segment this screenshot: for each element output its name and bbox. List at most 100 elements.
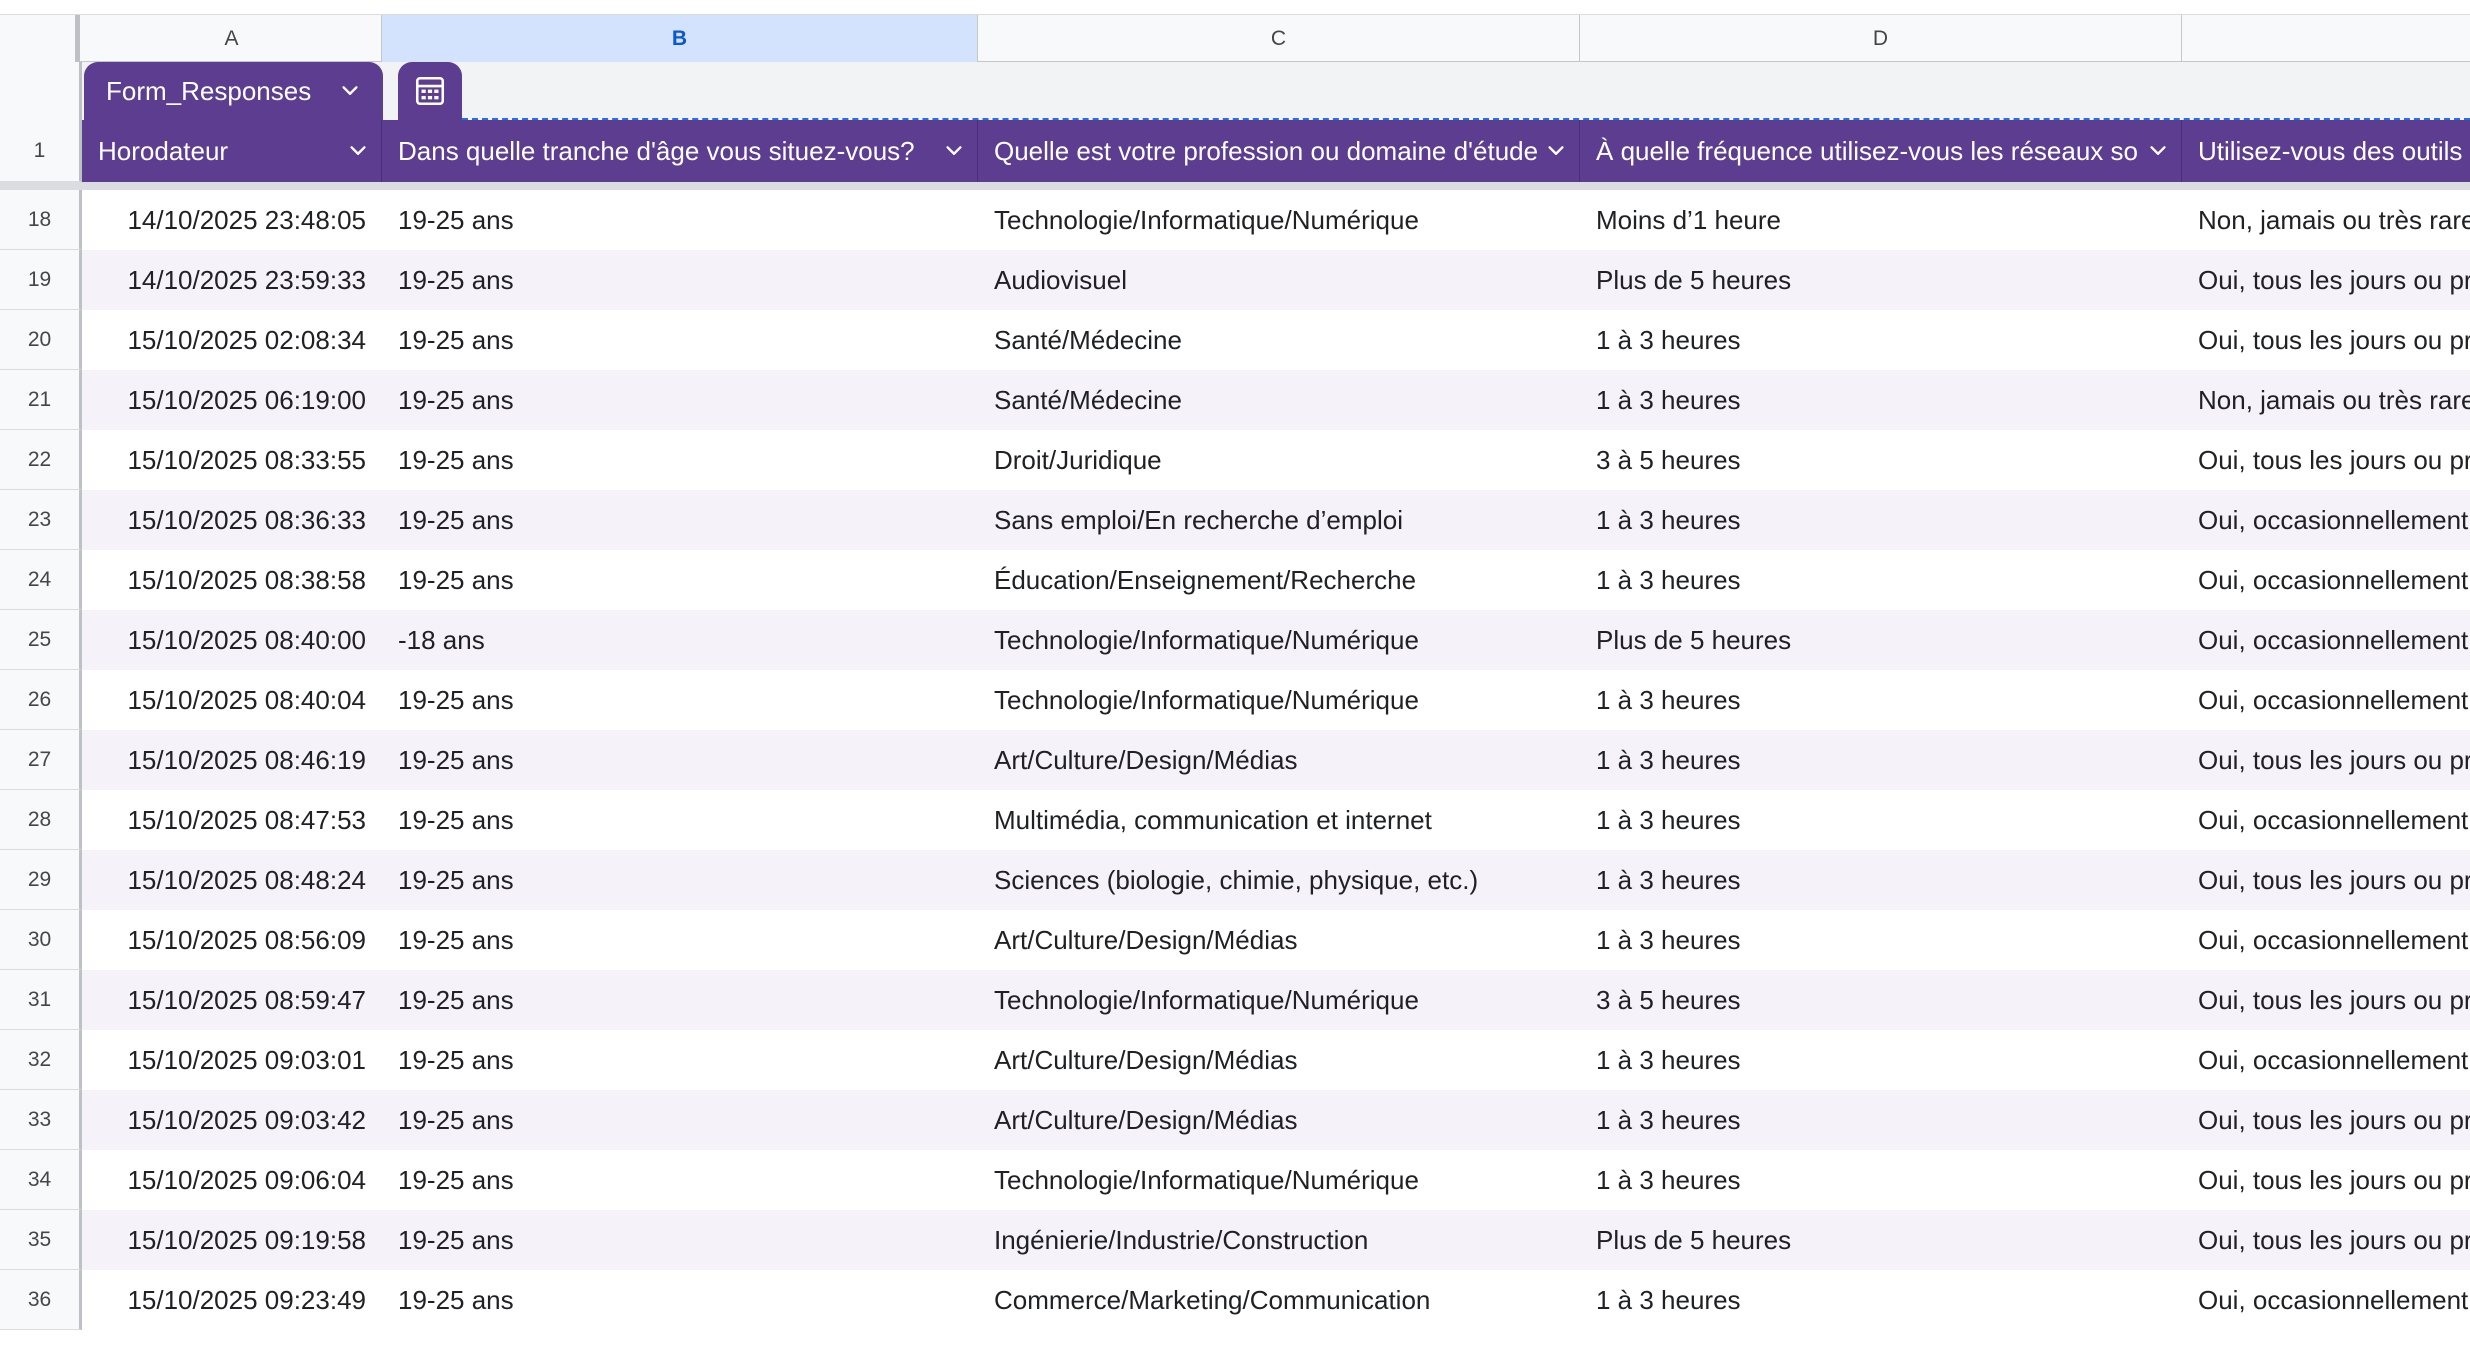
row-number[interactable]: 33 [0, 1090, 82, 1150]
cell-frequence[interactable]: Plus de 5 heures [1580, 250, 2182, 310]
cell-age[interactable]: 19-25 ans [382, 970, 978, 1030]
cell-frequence[interactable]: 1 à 3 heures [1580, 730, 2182, 790]
cell-outils[interactable]: Oui, tous les jours ou pr [2182, 850, 2470, 910]
row-number[interactable]: 19 [0, 250, 82, 310]
cell-outils[interactable]: Oui, occasionnellement [2182, 1030, 2470, 1090]
cell-profession[interactable]: Technologie/Informatique/Numérique [978, 970, 1580, 1030]
cell-profession[interactable]: Art/Culture/Design/Médias [978, 1090, 1580, 1150]
cell-outils[interactable]: Oui, tous les jours ou pr [2182, 1210, 2470, 1270]
cell-age[interactable]: -18 ans [382, 610, 978, 670]
cell-age[interactable]: 19-25 ans [382, 370, 978, 430]
cell-horodateur[interactable]: 15/10/2025 09:19:58 [82, 1210, 382, 1270]
cell-age[interactable]: 19-25 ans [382, 1270, 978, 1330]
cell-outils[interactable]: Oui, tous les jours ou pr [2182, 730, 2470, 790]
column-header-c[interactable]: C [978, 15, 1580, 62]
row-number[interactable]: 31 [0, 970, 82, 1030]
cell-frequence[interactable]: 1 à 3 heures [1580, 910, 2182, 970]
cell-frequence[interactable]: 1 à 3 heures [1580, 670, 2182, 730]
cell-outils[interactable]: Oui, tous les jours ou pr [2182, 310, 2470, 370]
cell-age[interactable]: 19-25 ans [382, 730, 978, 790]
cell-age[interactable]: 19-25 ans [382, 550, 978, 610]
cell-frequence[interactable]: 1 à 3 heures [1580, 310, 2182, 370]
header-cell-profession[interactable]: Quelle est votre profession ou domaine d… [978, 120, 1580, 182]
chevron-down-icon[interactable] [339, 80, 361, 102]
cell-horodateur[interactable]: 15/10/2025 08:56:09 [82, 910, 382, 970]
cell-age[interactable]: 19-25 ans [382, 1090, 978, 1150]
row-number[interactable]: 26 [0, 670, 82, 730]
cell-profession[interactable]: Art/Culture/Design/Médias [978, 730, 1580, 790]
cell-horodateur[interactable]: 14/10/2025 23:59:33 [82, 250, 382, 310]
header-cell-horodateur[interactable]: Horodateur [82, 120, 382, 182]
cell-age[interactable]: 19-25 ans [382, 670, 978, 730]
cell-profession[interactable]: Art/Culture/Design/Médias [978, 910, 1580, 970]
cell-profession[interactable]: Éducation/Enseignement/Recherche [978, 550, 1580, 610]
cell-frequence[interactable]: Moins d’1 heure [1580, 190, 2182, 250]
column-header-b[interactable]: B [382, 15, 978, 62]
row-number[interactable]: 35 [0, 1210, 82, 1270]
cell-profession[interactable]: Ingénierie/Industrie/Construction [978, 1210, 1580, 1270]
cell-horodateur[interactable]: 15/10/2025 08:38:58 [82, 550, 382, 610]
cell-frequence[interactable]: 1 à 3 heures [1580, 550, 2182, 610]
row-number[interactable]: 22 [0, 430, 82, 490]
cell-horodateur[interactable]: 15/10/2025 02:08:34 [82, 310, 382, 370]
row-number[interactable]: 29 [0, 850, 82, 910]
row-number[interactable]: 36 [0, 1270, 82, 1330]
cell-frequence[interactable]: 1 à 3 heures [1580, 850, 2182, 910]
cell-frequence[interactable]: 3 à 5 heures [1580, 430, 2182, 490]
cell-horodateur[interactable]: 15/10/2025 08:48:24 [82, 850, 382, 910]
cell-outils[interactable]: Oui, occasionnellement [2182, 610, 2470, 670]
cell-age[interactable]: 19-25 ans [382, 1030, 978, 1090]
row-number[interactable]: 20 [0, 310, 82, 370]
cell-horodateur[interactable]: 15/10/2025 08:59:47 [82, 970, 382, 1030]
cell-profession[interactable]: Technologie/Informatique/Numérique [978, 610, 1580, 670]
cell-horodateur[interactable]: 14/10/2025 23:48:05 [82, 190, 382, 250]
cell-profession[interactable]: Droit/Juridique [978, 430, 1580, 490]
cell-outils[interactable]: Non, jamais ou très rare [2182, 190, 2470, 250]
chevron-down-icon[interactable] [1545, 140, 1567, 162]
cell-age[interactable]: 19-25 ans [382, 1210, 978, 1270]
cell-outils[interactable]: Oui, occasionnellement [2182, 1270, 2470, 1330]
cell-outils[interactable]: Oui, tous les jours ou pr [2182, 250, 2470, 310]
header-cell-age[interactable]: Dans quelle tranche d'âge vous situez-vo… [382, 120, 978, 182]
column-header-d[interactable]: D [1580, 15, 2182, 62]
cell-profession[interactable]: Santé/Médecine [978, 310, 1580, 370]
cell-age[interactable]: 19-25 ans [382, 250, 978, 310]
cell-frequence[interactable]: 1 à 3 heures [1580, 1030, 2182, 1090]
cell-outils[interactable]: Non, jamais ou très rare [2182, 370, 2470, 430]
cell-outils[interactable]: Oui, occasionnellement [2182, 490, 2470, 550]
cell-frequence[interactable]: Plus de 5 heures [1580, 1210, 2182, 1270]
cell-age[interactable]: 19-25 ans [382, 190, 978, 250]
cell-frequence[interactable]: 1 à 3 heures [1580, 1090, 2182, 1150]
cell-frequence[interactable]: 1 à 3 heures [1580, 370, 2182, 430]
cell-horodateur[interactable]: 15/10/2025 06:19:00 [82, 370, 382, 430]
cell-horodateur[interactable]: 15/10/2025 08:40:00 [82, 610, 382, 670]
column-header-e[interactable] [2182, 15, 2470, 62]
cell-outils[interactable]: Oui, tous les jours ou pr [2182, 1090, 2470, 1150]
cell-outils[interactable]: Oui, occasionnellement [2182, 670, 2470, 730]
header-cell-frequence[interactable]: À quelle fréquence utilisez-vous les rés… [1580, 120, 2182, 182]
row-number[interactable]: 24 [0, 550, 82, 610]
cell-horodateur[interactable]: 15/10/2025 08:40:04 [82, 670, 382, 730]
cell-profession[interactable]: Santé/Médecine [978, 370, 1580, 430]
row-number[interactable]: 28 [0, 790, 82, 850]
cell-profession[interactable]: Technologie/Informatique/Numérique [978, 670, 1580, 730]
cell-age[interactable]: 19-25 ans [382, 790, 978, 850]
cell-outils[interactable]: Oui, occasionnellement [2182, 910, 2470, 970]
row-number[interactable]: 30 [0, 910, 82, 970]
cell-outils[interactable]: Oui, occasionnellement [2182, 550, 2470, 610]
chevron-down-icon[interactable] [347, 140, 369, 162]
cell-frequence[interactable]: 3 à 5 heures [1580, 970, 2182, 1030]
cell-horodateur[interactable]: 15/10/2025 09:03:42 [82, 1090, 382, 1150]
cell-outils[interactable]: Oui, tous les jours ou pr [2182, 1150, 2470, 1210]
cell-age[interactable]: 19-25 ans [382, 1150, 978, 1210]
cell-horodateur[interactable]: 15/10/2025 08:47:53 [82, 790, 382, 850]
cell-profession[interactable]: Multimédia, communication et internet [978, 790, 1580, 850]
cell-horodateur[interactable]: 15/10/2025 09:03:01 [82, 1030, 382, 1090]
cell-profession[interactable]: Technologie/Informatique/Numérique [978, 1150, 1580, 1210]
cell-horodateur[interactable]: 15/10/2025 09:23:49 [82, 1270, 382, 1330]
row-number[interactable]: 27 [0, 730, 82, 790]
column-header-a[interactable]: A [82, 15, 382, 62]
chevron-down-icon[interactable] [2147, 140, 2169, 162]
cell-profession[interactable]: Sciences (biologie, chimie, physique, et… [978, 850, 1580, 910]
cell-outils[interactable]: Oui, tous les jours ou pr [2182, 970, 2470, 1030]
